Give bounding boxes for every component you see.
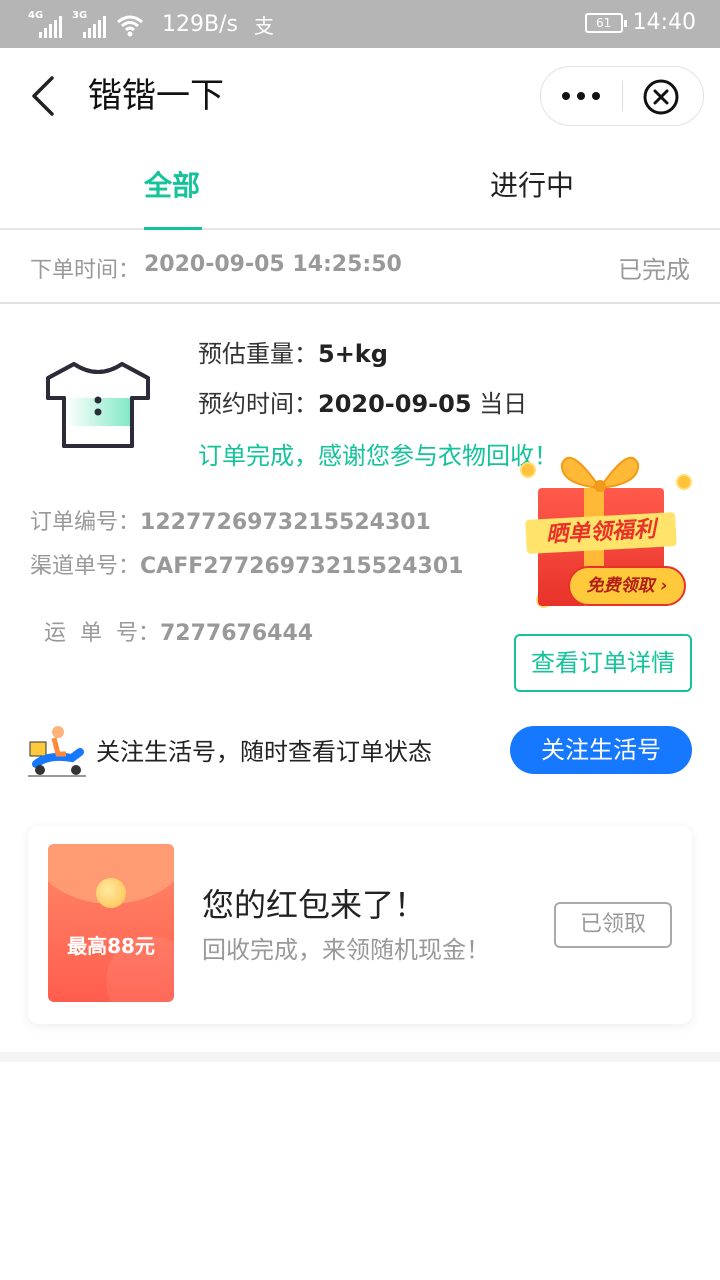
chevron-right-icon: › — [660, 576, 668, 596]
red-packet-title: 您的红包来了！ — [202, 886, 427, 924]
active-tab-indicator — [144, 227, 202, 230]
gift-bow-icon — [560, 456, 640, 492]
order-time-value: 2020-09-05 14:25:50 — [144, 252, 402, 277]
more-button[interactable] — [541, 67, 621, 125]
tab-ongoing[interactable]: 进行中 — [490, 166, 574, 206]
signal-4g-icon: 4G — [28, 10, 62, 38]
alipay-status-icon: 支 — [253, 14, 274, 38]
order-number-value: 1227726973215524301 — [140, 510, 431, 535]
wifi-icon — [117, 15, 143, 36]
miniapp-capsule — [540, 66, 704, 126]
status-bar: 4G 3G 129B/s 支 61 14:40 — [0, 0, 720, 48]
gold-coin-icon — [96, 878, 126, 908]
waybill-line: 运 单 号：7277676444 — [30, 590, 313, 647]
order-number-label: 订单编号： — [30, 510, 141, 535]
nav-bar: 锴锴一下 — [0, 48, 720, 144]
free-claim-label: 免费领取 — [586, 576, 655, 596]
red-packet-amount: 最高88元 — [67, 934, 155, 958]
back-arrow-icon[interactable] — [24, 72, 64, 120]
more-dot-icon — [592, 92, 600, 100]
status-left: 4G 3G 129B/s 支 — [28, 10, 274, 39]
weight-label: 预估重量： — [198, 340, 318, 368]
weight-value: 5+kg — [318, 340, 388, 368]
red-packet-subtitle: 回收完成，来领随机现金！ — [202, 936, 490, 964]
waybill-value: 7277676444 — [159, 621, 314, 646]
tshirt-icon — [46, 362, 150, 448]
appointment-suffix: 当日 — [471, 390, 528, 418]
page-title: 锴锴一下 — [88, 76, 224, 116]
order-status: 已完成 — [618, 256, 690, 284]
appointment-label: 预约时间： — [198, 390, 318, 418]
coin-icon — [520, 462, 536, 478]
appointment-value: 2020-09-05 — [318, 390, 472, 418]
more-dot-icon — [562, 92, 570, 100]
follow-account-button[interactable]: 关注生活号 — [510, 726, 692, 774]
battery-icon: 61 — [584, 12, 627, 33]
order-complete-message: 订单完成，感谢您参与衣物回收！ — [198, 442, 558, 470]
net-speed: 129B/s — [162, 12, 238, 37]
claimed-button[interactable]: 已领取 — [554, 902, 672, 948]
waybill-label: 运 单 号： — [44, 621, 160, 646]
signal-3g-icon: 3G — [72, 10, 106, 38]
view-order-detail-button[interactable]: 查看订单详情 — [514, 634, 692, 692]
tab-all[interactable]: 全部 — [144, 166, 200, 206]
red-envelope-icon: 最高88元 — [48, 844, 174, 1002]
order-number-line: 订单编号：1227726973215524301 — [30, 504, 431, 536]
capsule-divider — [622, 81, 623, 111]
close-circle-icon[interactable] — [641, 77, 681, 117]
order-header: 下单时间： 2020-09-05 14:25:50 已完成 — [0, 232, 720, 304]
delivery-scooter-icon — [28, 726, 86, 777]
follow-prompt: 关注生活号，随时查看订单状态 — [96, 738, 432, 766]
channel-number-line: 渠道单号：CAFF27726973215524301 — [30, 548, 463, 580]
channel-number-value: CAFF27726973215524301 — [140, 554, 464, 579]
weight-line: 预估重量：5+kg — [198, 334, 388, 369]
status-right: 61 14:40 — [584, 10, 696, 35]
clock: 14:40 — [632, 10, 696, 35]
coin-icon — [676, 474, 692, 490]
battery-level: 61 — [595, 15, 612, 30]
channel-number-label: 渠道单号： — [30, 554, 141, 579]
order-time-label: 下单时间： — [30, 258, 141, 283]
appointment-line: 预约时间：2020-09-05 当日 — [198, 384, 527, 419]
share-order-gift-promo[interactable]: 晒单领福利 免费领取 › — [516, 440, 706, 616]
red-packet-card: 最高88元 您的红包来了！ 回收完成，来领随机现金！ 已领取 — [28, 826, 692, 1024]
free-claim-button[interactable]: 免费领取 › — [568, 566, 686, 606]
more-dot-icon — [577, 92, 585, 100]
tab-bar: 全部 进行中 — [0, 144, 720, 230]
section-divider — [0, 1052, 720, 1062]
